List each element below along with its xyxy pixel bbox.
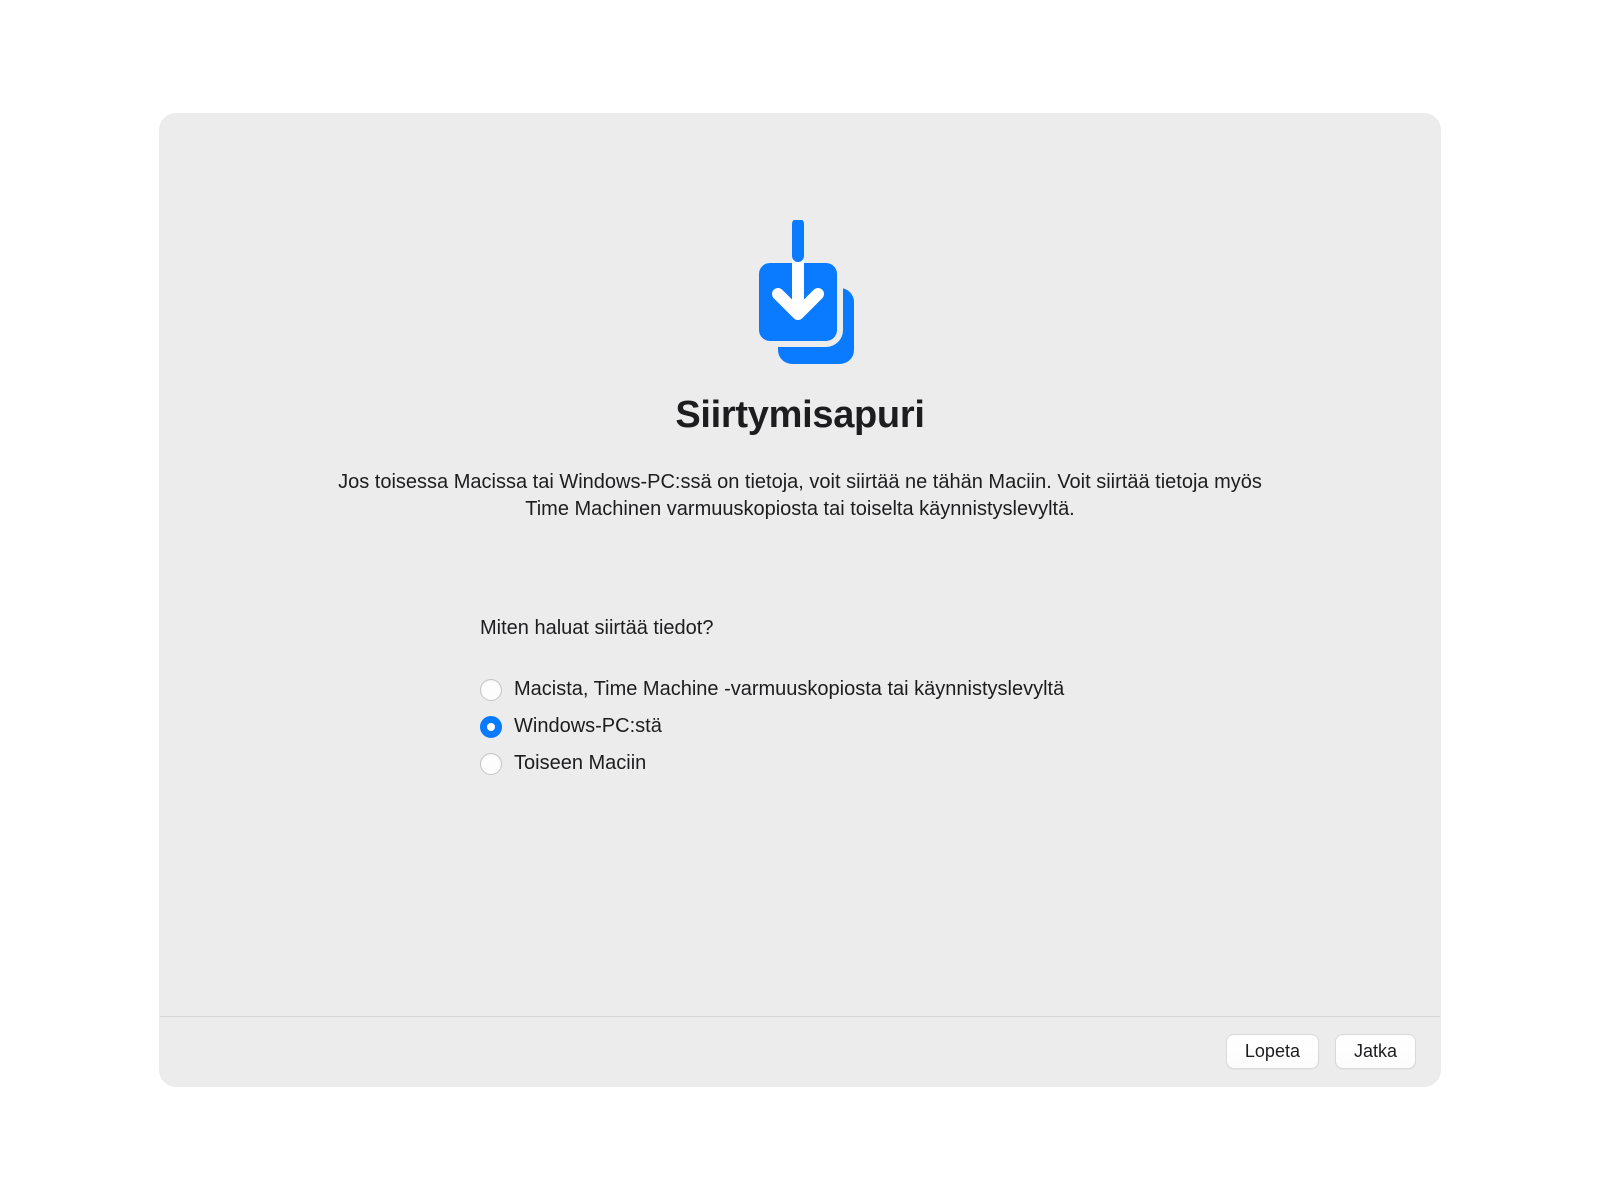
migration-icon — [725, 220, 875, 380]
option-to-another-mac[interactable]: Toiseen Maciin — [480, 752, 1120, 775]
footer-bar: Lopeta Jatka — [160, 1016, 1440, 1086]
option-from-windows-pc[interactable]: Windows-PC:stä — [480, 715, 1120, 738]
option-label: Macista, Time Machine -varmuuskopiosta t… — [514, 678, 1064, 701]
migration-assistant-window: Siirtymisapuri Jos toisessa Macissa tai … — [160, 114, 1440, 1086]
continue-button[interactable]: Jatka — [1335, 1034, 1416, 1069]
option-label: Windows-PC:stä — [514, 715, 662, 738]
radio-button[interactable] — [480, 679, 502, 701]
options-group: Macista, Time Machine -varmuuskopiosta t… — [480, 678, 1120, 775]
radio-button[interactable] — [480, 716, 502, 738]
page-description: Jos toisessa Macissa tai Windows-PC:ssä … — [320, 469, 1280, 523]
option-from-mac-timemachine[interactable]: Macista, Time Machine -varmuuskopiosta t… — [480, 678, 1120, 701]
radio-button[interactable] — [480, 753, 502, 775]
quit-button[interactable]: Lopeta — [1226, 1034, 1319, 1069]
transfer-form: Miten haluat siirtää tiedot? Macista, Ti… — [480, 617, 1120, 775]
page-title: Siirtymisapuri — [675, 394, 924, 437]
main-content: Siirtymisapuri Jos toisessa Macissa tai … — [160, 114, 1440, 1016]
transfer-question: Miten haluat siirtää tiedot? — [480, 617, 1120, 640]
option-label: Toiseen Maciin — [514, 752, 646, 775]
